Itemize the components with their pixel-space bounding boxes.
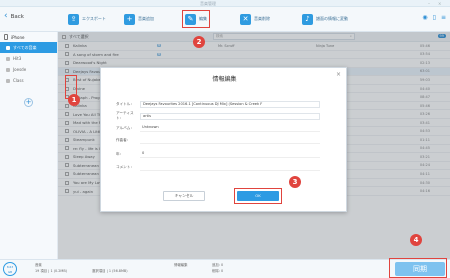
edit-label: 編集 — [199, 16, 207, 21]
add-music-button[interactable]: + 音楽追加 — [124, 10, 154, 28]
title-field-row: タイトル： Deejays Favourites 2016.1 [Continu… — [116, 100, 320, 108]
sidebar-item-playlist[interactable]: Joesde — [0, 64, 57, 75]
title-field[interactable]: Deejays Favourites 2016.1 [Continuous DJ… — [140, 100, 320, 108]
sync-highlight-box — [389, 258, 447, 278]
footer-stat: 追加: 0 — [212, 263, 224, 267]
sidebar: iPhone すべての音楽 Hit3 Joesde Class + — [0, 32, 58, 259]
album-field-row: アルバム： Unknown — [116, 124, 320, 132]
fix-label: 譜面の情報に変動 — [316, 16, 348, 21]
menu-icon[interactable]: ≡ — [441, 14, 446, 21]
music-list-icon — [6, 45, 10, 50]
cancel-button[interactable]: キャンセル — [163, 191, 205, 201]
device-header[interactable]: iPhone — [0, 32, 57, 42]
sidebar-item-label: Hit3 — [13, 56, 22, 61]
field-label: コメント： — [116, 164, 134, 169]
storage-value: 8.63 — [6, 265, 14, 269]
artist-field[interactable]: artis — [140, 112, 320, 120]
composer-field[interactable] — [140, 136, 320, 144]
close-icon[interactable]: × — [336, 71, 341, 78]
toolbar-right-icons: ◉ ▯ ≡ — [422, 14, 446, 21]
album-field[interactable]: Unknown — [140, 124, 320, 132]
sidebar-item-playlist[interactable]: Class — [0, 75, 57, 86]
phone-icon[interactable]: ▯ — [433, 14, 436, 21]
music-note-icon: ♪ — [302, 13, 313, 25]
composer-field-row: 作曲者： — [116, 136, 320, 144]
sidebar-item-label: すべての音楽 — [13, 44, 37, 50]
field-label: タイトル： — [116, 101, 134, 106]
edit-button[interactable]: ✎ 編集 — [182, 10, 210, 28]
sidebar-item-label: Joesde — [13, 67, 27, 72]
chevron-left-icon: ‹ — [4, 11, 8, 21]
back-label: Back — [10, 13, 24, 20]
music-stats: 19 項目 | 1 (0.2MB) — [35, 269, 67, 273]
step-badge-1: 1 — [68, 94, 80, 106]
edit-icon: ✎ — [185, 13, 196, 25]
delete-music-button[interactable]: ✕ 音楽削除 — [240, 10, 270, 28]
iphone-icon — [4, 34, 8, 40]
storage-unit: GB — [7, 270, 13, 274]
dialog-title: 情報編集 — [212, 76, 237, 83]
year-field-row: 年： 0 — [116, 150, 320, 158]
title-bar: 音楽管理 – × — [0, 0, 450, 7]
field-label: 作曲者： — [116, 137, 131, 142]
trash-icon: ✕ — [240, 13, 251, 25]
sidebar-item-label: Class — [13, 78, 24, 83]
export-button[interactable]: ⇪ エクスポート — [68, 10, 106, 28]
playlist-icon — [6, 56, 10, 61]
status-footer: 8.63 GB 音楽 19 項目 | 1 (0.2MB) 選択項目 | 1 (5… — [0, 259, 450, 278]
toolbar: ‹ Back ⇪ エクスポート + 音楽追加 ✎ 編集 ✕ 音楽削除 ♪ 譜面の… — [0, 7, 450, 32]
artist-field-row: アーティスト： artis — [116, 111, 320, 120]
field-label: アーティスト： — [116, 111, 134, 120]
footer-stat: 削除: 0 — [212, 269, 224, 273]
fix-info-button[interactable]: ♪ 譜面の情報に変動 — [302, 10, 348, 28]
export-label: エクスポート — [82, 16, 106, 21]
step-badge-3: 3 — [289, 176, 301, 188]
minimize-icon[interactable]: – — [428, 1, 430, 6]
back-button[interactable]: ‹ Back — [4, 12, 24, 21]
selected-stats: 選択項目 | 1 (56.8MB) — [92, 269, 128, 273]
storage-ring: 8.63 GB — [3, 262, 17, 276]
sidebar-item-playlist[interactable]: Hit3 — [0, 53, 57, 64]
comment-field[interactable] — [140, 163, 320, 171]
footer-stat: 情報編集 — [174, 263, 188, 267]
export-icon: ⇪ — [68, 13, 79, 25]
ok-highlight-box — [234, 188, 282, 204]
add-icon: + — [124, 13, 135, 25]
field-label: アルバム： — [116, 125, 134, 130]
user-icon[interactable]: ◉ — [422, 14, 427, 21]
comment-field-row: コメント： — [116, 163, 320, 171]
sidebar-item-all-music[interactable]: すべての音楽 — [0, 42, 57, 53]
field-label: 年： — [116, 151, 124, 156]
close-window-icon[interactable]: × — [438, 1, 441, 6]
step-badge-2: 2 — [193, 36, 205, 48]
playlist-icon — [6, 67, 10, 72]
delete-label: 音楽削除 — [254, 16, 270, 21]
device-label: iPhone — [11, 34, 25, 40]
add-playlist-button[interactable]: + — [24, 98, 33, 107]
music-label: 音楽 — [35, 263, 42, 267]
add-label: 音楽追加 — [138, 16, 154, 21]
year-field[interactable]: 0 — [140, 150, 320, 158]
step-badge-4: 4 — [410, 234, 422, 246]
playlist-icon — [6, 78, 10, 83]
edit-info-dialog: 情報編集 × タイトル： Deejays Favourites 2016.1 [… — [100, 67, 347, 212]
